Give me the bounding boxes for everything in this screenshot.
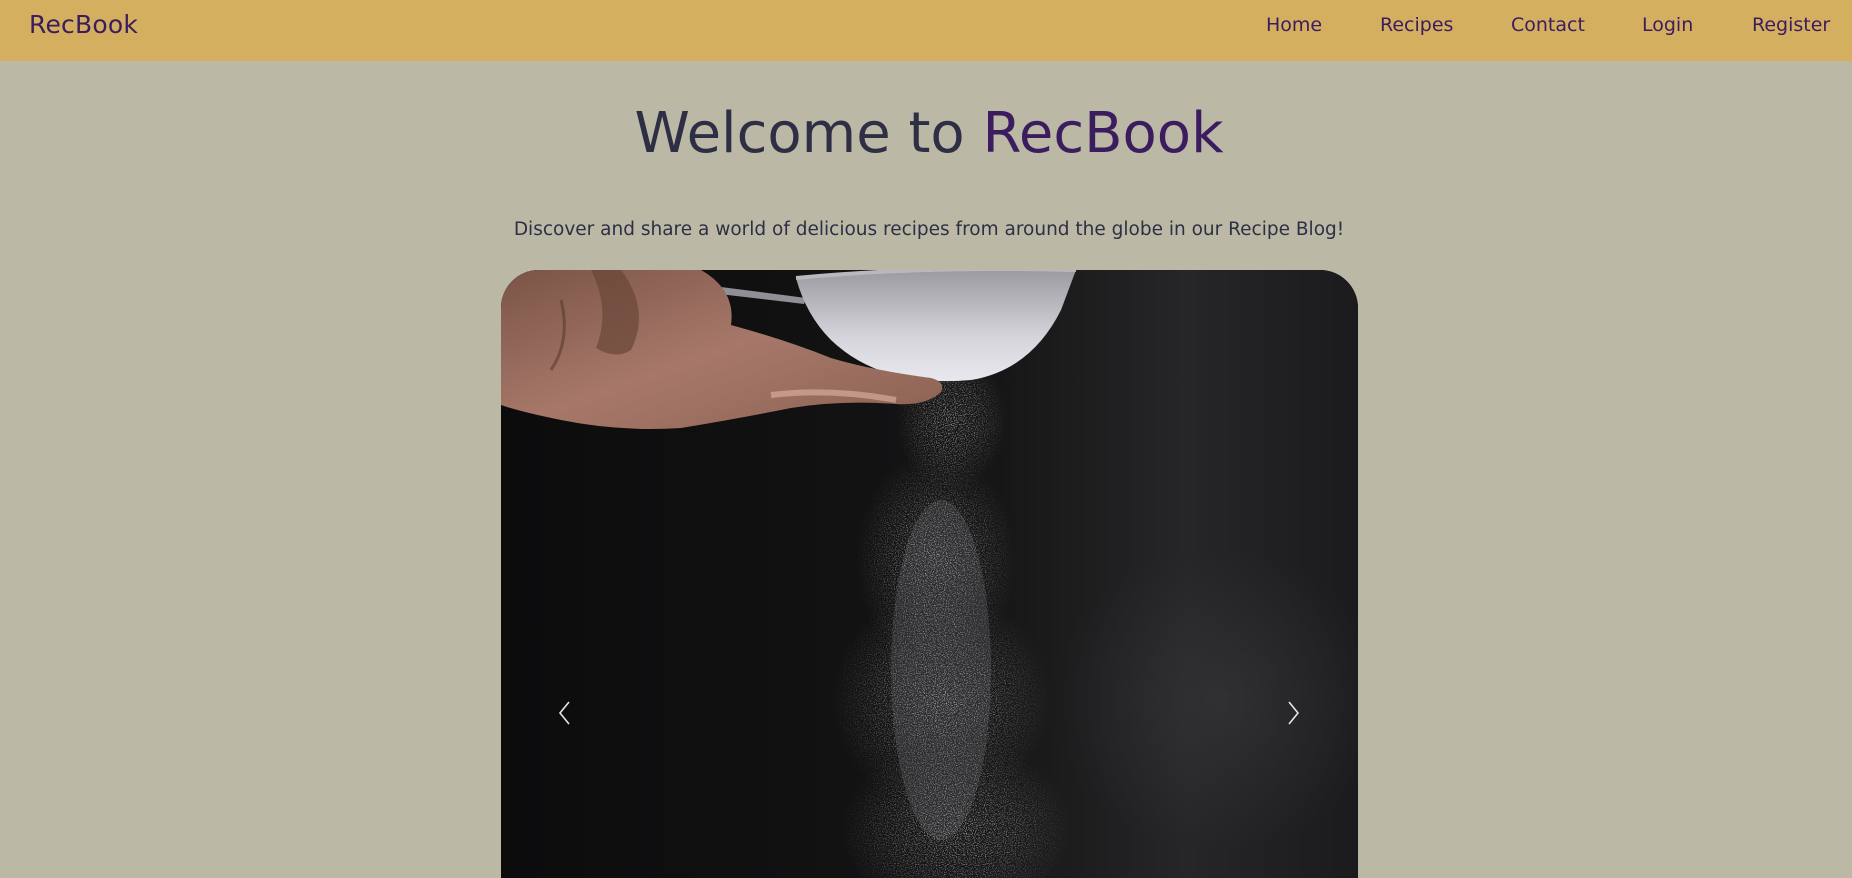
- nav-link-register[interactable]: Register: [1752, 13, 1830, 37]
- page-title-accent: RecBook: [982, 101, 1224, 166]
- nav-link-login[interactable]: Login: [1642, 13, 1693, 37]
- chevron-left-icon: [558, 701, 570, 725]
- nav-link-home[interactable]: Home: [1266, 13, 1322, 37]
- chevron-right-icon: [1288, 701, 1300, 725]
- page-title: Welcome to RecBook: [0, 97, 1852, 171]
- nav-link-contact[interactable]: Contact: [1511, 13, 1585, 37]
- carousel-next-button[interactable]: [1273, 688, 1313, 738]
- carousel-slide-image: [501, 270, 1358, 878]
- navbar: RecBook Home Recipes Contact Login Regis…: [0, 0, 1852, 61]
- page-title-prefix: Welcome to: [634, 101, 965, 166]
- carousel-prev-button[interactable]: [545, 688, 585, 738]
- hero-subtitle: Discover and share a world of delicious …: [513, 219, 1345, 240]
- brand-logo-link[interactable]: RecBook: [29, 9, 138, 40]
- nav-link-recipes[interactable]: Recipes: [1380, 13, 1453, 37]
- image-carousel: [501, 270, 1358, 878]
